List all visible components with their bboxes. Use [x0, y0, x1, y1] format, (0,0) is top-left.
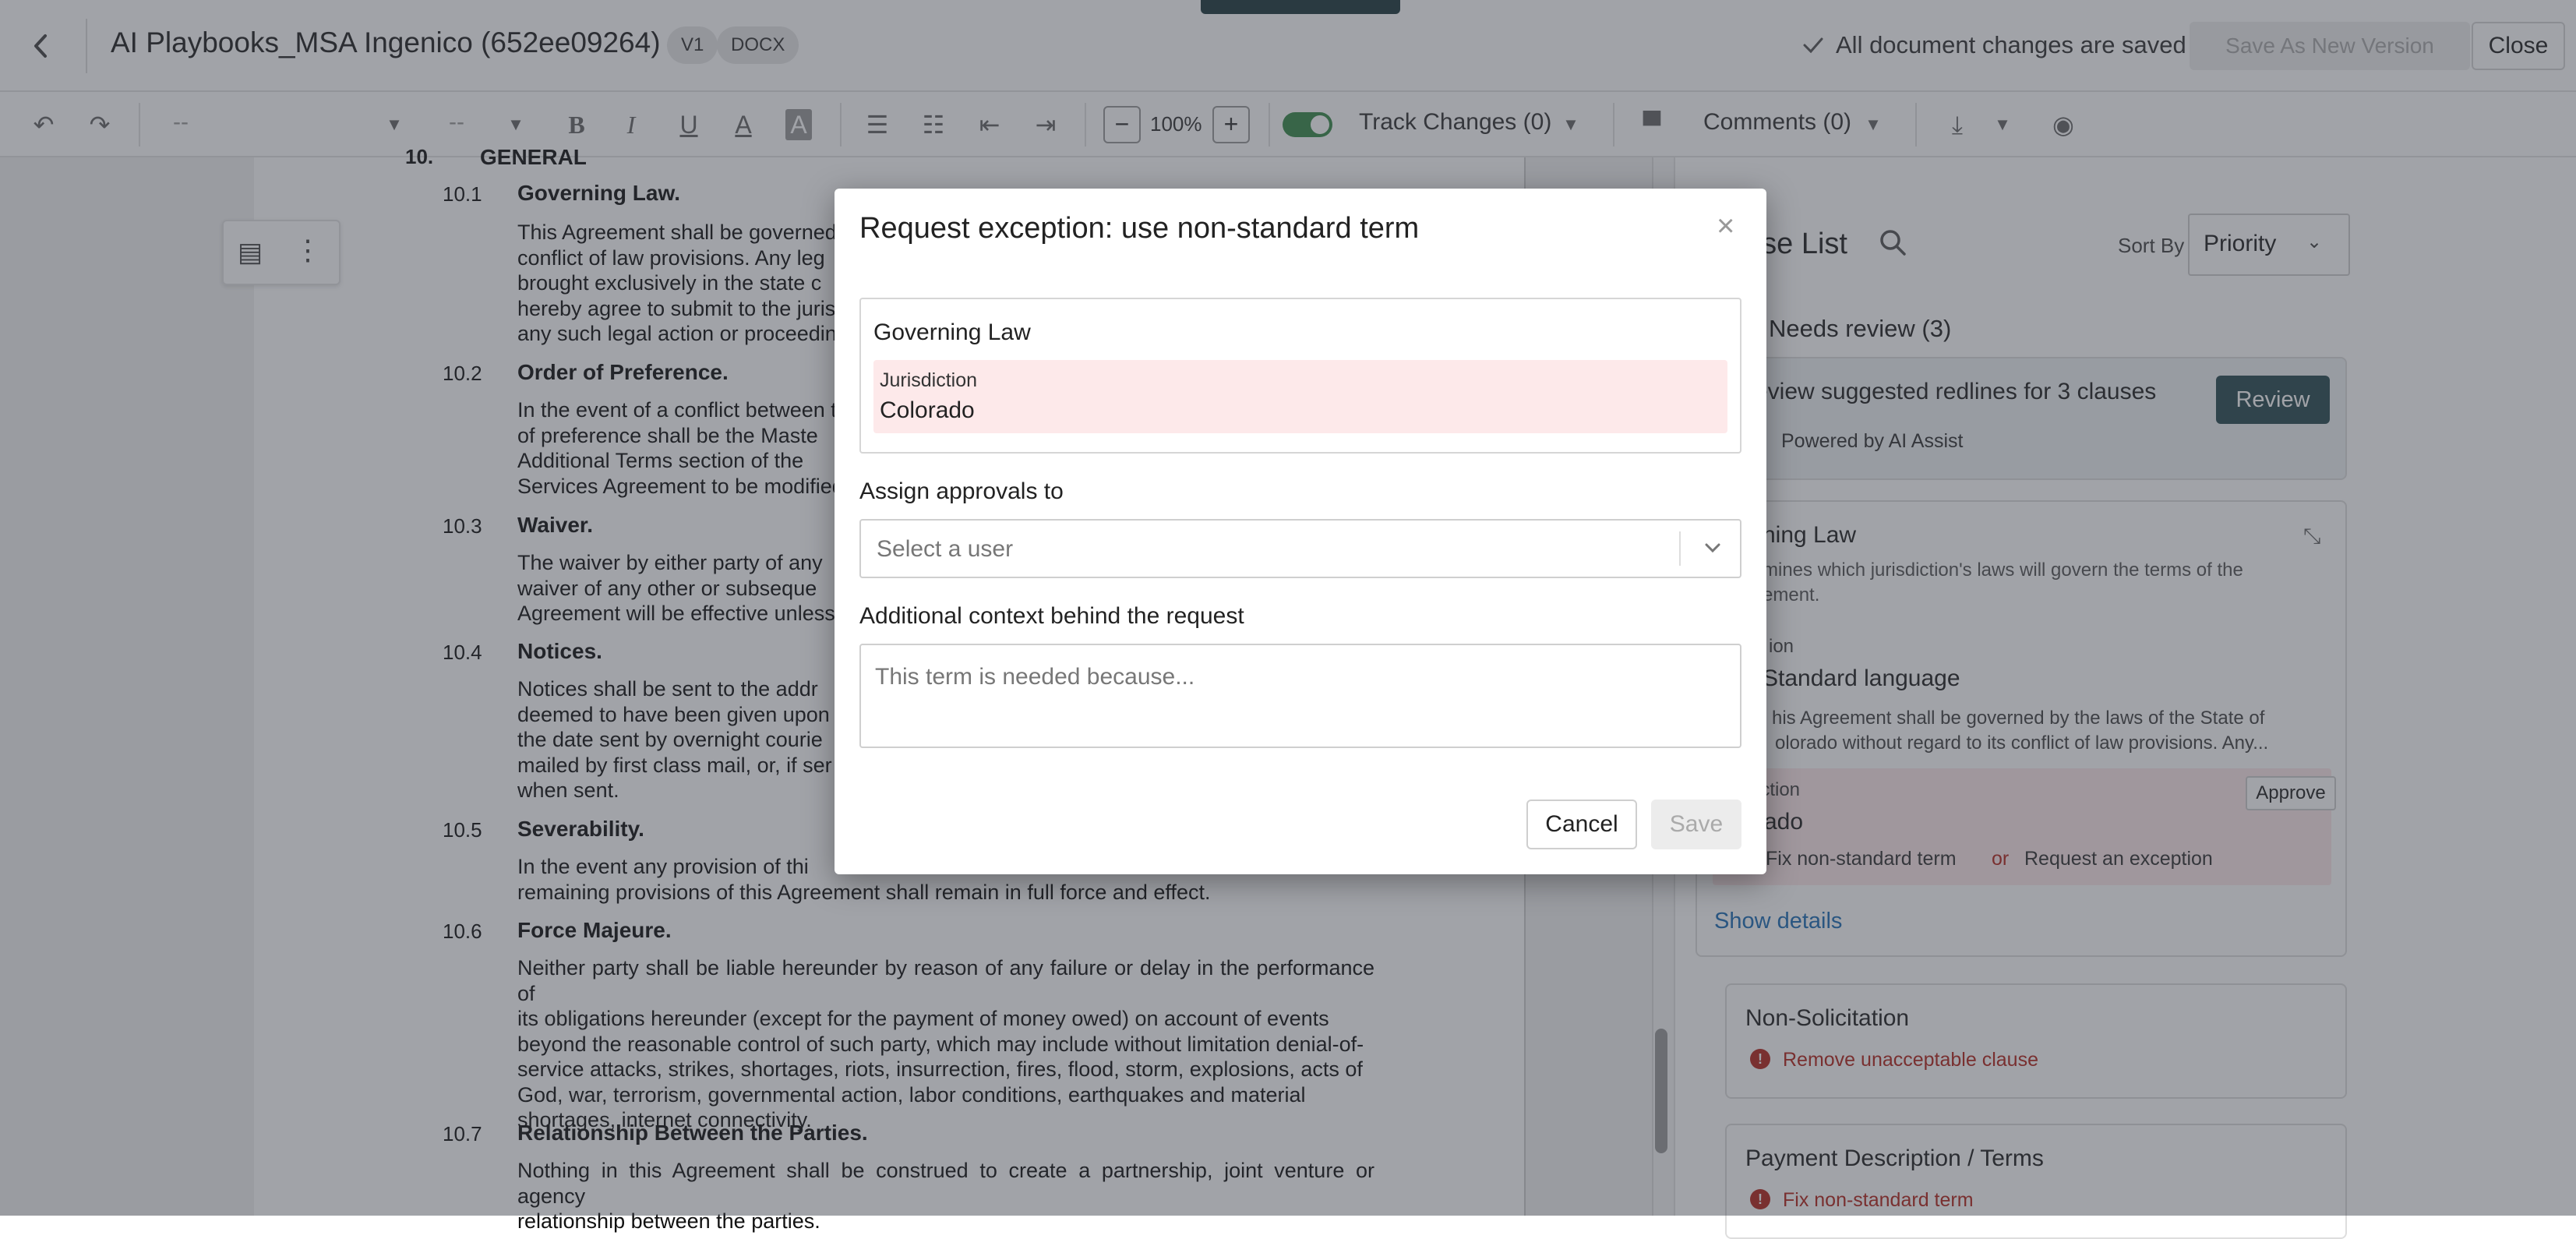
additional-context-textarea[interactable]: This term is needed because...	[859, 644, 1741, 748]
chevron-down-icon[interactable]	[1701, 536, 1724, 559]
jurisdiction-value: Colorado	[880, 397, 975, 423]
clause-name: Governing Law	[873, 319, 1031, 345]
assign-user-placeholder: Select a user	[877, 536, 1014, 562]
cancel-button[interactable]: Cancel	[1526, 800, 1637, 849]
save-button[interactable]: Save	[1651, 800, 1741, 849]
dialog-title: Request exception: use non-standard term	[859, 212, 1420, 245]
assign-user-select[interactable]: Select a user	[859, 519, 1741, 578]
context-placeholder: This term is needed because...	[875, 664, 1195, 690]
close-icon[interactable]: ×	[1717, 209, 1734, 244]
assign-approvals-label: Assign approvals to	[859, 478, 1064, 504]
jurisdiction-highlight	[873, 360, 1727, 433]
additional-context-label: Additional context behind the request	[859, 603, 1244, 629]
request-exception-dialog: Request exception: use non-standard term…	[835, 189, 1766, 874]
select-divider	[1679, 531, 1681, 566]
jurisdiction-label: Jurisdiction	[880, 369, 978, 391]
